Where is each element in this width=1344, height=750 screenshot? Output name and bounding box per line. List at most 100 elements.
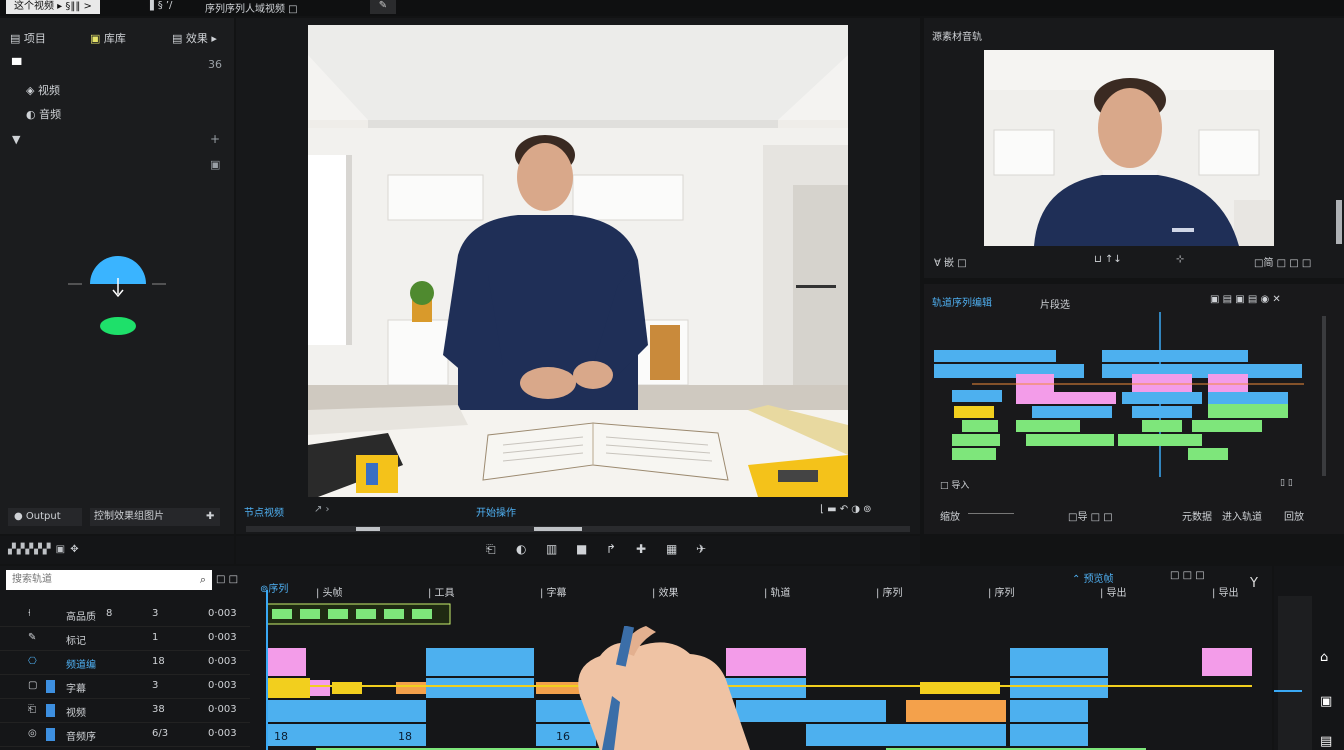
track-header-row[interactable]: ⎔ 频道编 18 0·003: [0, 652, 250, 675]
tab-effects[interactable]: ▤ 效果 ▸: [172, 30, 217, 46]
clip[interactable]: [1010, 678, 1108, 698]
track-color-chip[interactable]: [46, 704, 55, 717]
program-controls-icons[interactable]: ⌊ ▬ ↶ ◑ ⊚: [820, 504, 872, 515]
source-left-controls[interactable]: ∀ 嵌 □: [934, 254, 967, 269]
top-right-label[interactable]: ⌃ 预览帧: [1072, 570, 1114, 585]
clip[interactable]: [426, 648, 534, 676]
clip[interactable]: [332, 682, 362, 694]
sequence-clip[interactable]: [952, 448, 996, 460]
clip[interactable]: [1010, 648, 1108, 676]
filter-icon[interactable]: Y: [1250, 576, 1258, 591]
tool-icon-1[interactable]: ⌂: [1320, 650, 1328, 665]
marker-chip[interactable]: [300, 609, 320, 619]
track-color-chip[interactable]: [46, 680, 55, 693]
sequence-footer-left[interactable]: □ 导入: [940, 478, 969, 491]
top-right-icons[interactable]: □ □ □: [1170, 570, 1205, 581]
pin-icon[interactable]: ✎: [370, 0, 396, 14]
sequence-clip[interactable]: [1026, 434, 1114, 446]
tree-item-audio[interactable]: ◐ 音频: [26, 106, 61, 122]
clip[interactable]: [266, 700, 426, 722]
sequence-footer-mid[interactable]: □导 □ □: [1068, 508, 1113, 523]
play-icon[interactable]: ↱: [606, 543, 616, 555]
clip[interactable]: [266, 648, 306, 676]
marker-chip[interactable]: [328, 609, 348, 619]
track-search-box[interactable]: ⌕: [6, 570, 212, 590]
marker-chip[interactable]: [356, 609, 376, 619]
scrubber-handle-right[interactable]: [534, 527, 582, 531]
sequence-footer-right-2[interactable]: 进入轨道: [1222, 508, 1262, 523]
scrubber-handle-left[interactable]: [356, 527, 380, 531]
sequence-clip[interactable]: [954, 406, 994, 418]
tree-item-video[interactable]: ◈ 视频: [26, 82, 60, 98]
track-eye-icon[interactable]: ▢: [28, 680, 37, 691]
tab-project[interactable]: ▤ 项目: [10, 30, 46, 46]
sequence-clip[interactable]: [1122, 392, 1202, 404]
sequence-clip[interactable]: [1016, 392, 1116, 404]
track-color-chip[interactable]: [46, 728, 55, 741]
sequence-clip[interactable]: [962, 420, 998, 432]
clip[interactable]: [906, 700, 1006, 722]
track-header-row[interactable]: ⎗ 视频 38 0·003: [0, 700, 250, 723]
sequence-clips[interactable]: [932, 312, 1332, 480]
track-eye-icon[interactable]: ⎔: [28, 656, 37, 667]
source-right-controls[interactable]: □简 □ □ □: [1254, 254, 1311, 269]
sequence-clip[interactable]: [1208, 404, 1288, 418]
ruler[interactable]: ⊚序列 | 头帧 | 工具 | 字幕 | 效果 | 轨道 | 序列 | 序列 | 导出 | 导出: [256, 580, 1268, 600]
marker-chip[interactable]: [412, 609, 432, 619]
tree-root-icon[interactable]: ▀: [12, 58, 21, 72]
track-header-row[interactable]: ✎ 标记 1 0·003: [0, 628, 250, 651]
sequence-clip[interactable]: [1188, 448, 1228, 460]
step-back-icon[interactable]: ◐: [516, 543, 526, 555]
track-header-row[interactable]: ◎ 音频序 6/3 0·003: [0, 724, 250, 747]
sequence-scrollbar[interactable]: [1322, 316, 1326, 476]
track-search-input[interactable]: [6, 570, 198, 588]
track-eye-icon[interactable]: ⎗: [28, 704, 36, 715]
arrow-icon[interactable]: ↗ ›: [314, 504, 330, 515]
tab-library[interactable]: ▣ 库库: [90, 30, 126, 46]
sequence-clip[interactable]: [934, 364, 1084, 378]
sequence-clip[interactable]: [1192, 420, 1262, 432]
sequence-header-icons[interactable]: ▣ ▤ ▣ ▤ ◉ ✕: [1210, 294, 1281, 305]
source-scrollbar[interactable]: [1336, 200, 1342, 244]
header-toggle[interactable]: □ □: [216, 574, 238, 585]
sequence-footer-right-3[interactable]: 回放: [1284, 508, 1304, 523]
sequence-clip[interactable]: [1016, 420, 1080, 432]
tool-icon-2[interactable]: ▣: [1320, 694, 1332, 709]
clip[interactable]: [310, 680, 330, 696]
sequence-clip[interactable]: [1142, 420, 1182, 432]
mark-in-icon[interactable]: ⎗: [486, 543, 496, 555]
image-icon[interactable]: ▣: [210, 158, 220, 171]
track-eye-icon[interactable]: ⍿: [28, 608, 31, 619]
output-button[interactable]: ● Output: [8, 508, 82, 526]
sequence-clip[interactable]: [934, 350, 1056, 362]
timeline-tab[interactable]: ⊚序列: [260, 580, 288, 595]
program-timecode[interactable]: 节点视频: [244, 504, 284, 519]
top-tab-3[interactable]: 序列序列人域视频 □: [205, 0, 298, 15]
track-header-row[interactable]: ▢ 字幕 3 0·003: [0, 676, 250, 699]
sequence-clip[interactable]: [1208, 392, 1288, 404]
clip[interactable]: [806, 724, 1006, 746]
source-video-frame[interactable]: [984, 50, 1274, 246]
marker-chip[interactable]: [384, 609, 404, 619]
clip[interactable]: [1010, 724, 1088, 746]
track-eye-icon[interactable]: ✎: [28, 632, 36, 643]
marker-chip[interactable]: [272, 609, 292, 619]
track-tools-icons[interactable]: ▞▞▞▞▞ ▣ ✥: [8, 544, 80, 555]
clip[interactable]: [1010, 700, 1088, 722]
sequence-footer-right-1[interactable]: 元数据: [1182, 508, 1212, 523]
sequence-clip[interactable]: [952, 434, 1000, 446]
sequence-clip[interactable]: [952, 390, 1002, 402]
tool-icon-3[interactable]: ▤: [1320, 734, 1332, 749]
app-title-tab[interactable]: 这个视频 ▸ §‖‖ >: [6, 0, 100, 14]
track-header-row[interactable]: ⍿ 高品质 8 3 0·003: [0, 604, 250, 627]
top-tab-2[interactable]: ▌§ ’/: [150, 0, 172, 11]
clip[interactable]: [920, 682, 1000, 694]
comment-icon[interactable]: ▼: [12, 133, 20, 146]
clip[interactable]: [426, 678, 534, 698]
clip[interactable]: [1202, 648, 1252, 676]
program-video-frame[interactable]: [308, 25, 848, 497]
sequence-clip[interactable]: [1032, 406, 1112, 418]
sequence-clip[interactable]: [1118, 434, 1202, 446]
playhead-line[interactable]: [266, 590, 268, 750]
clip[interactable]: [266, 678, 310, 698]
